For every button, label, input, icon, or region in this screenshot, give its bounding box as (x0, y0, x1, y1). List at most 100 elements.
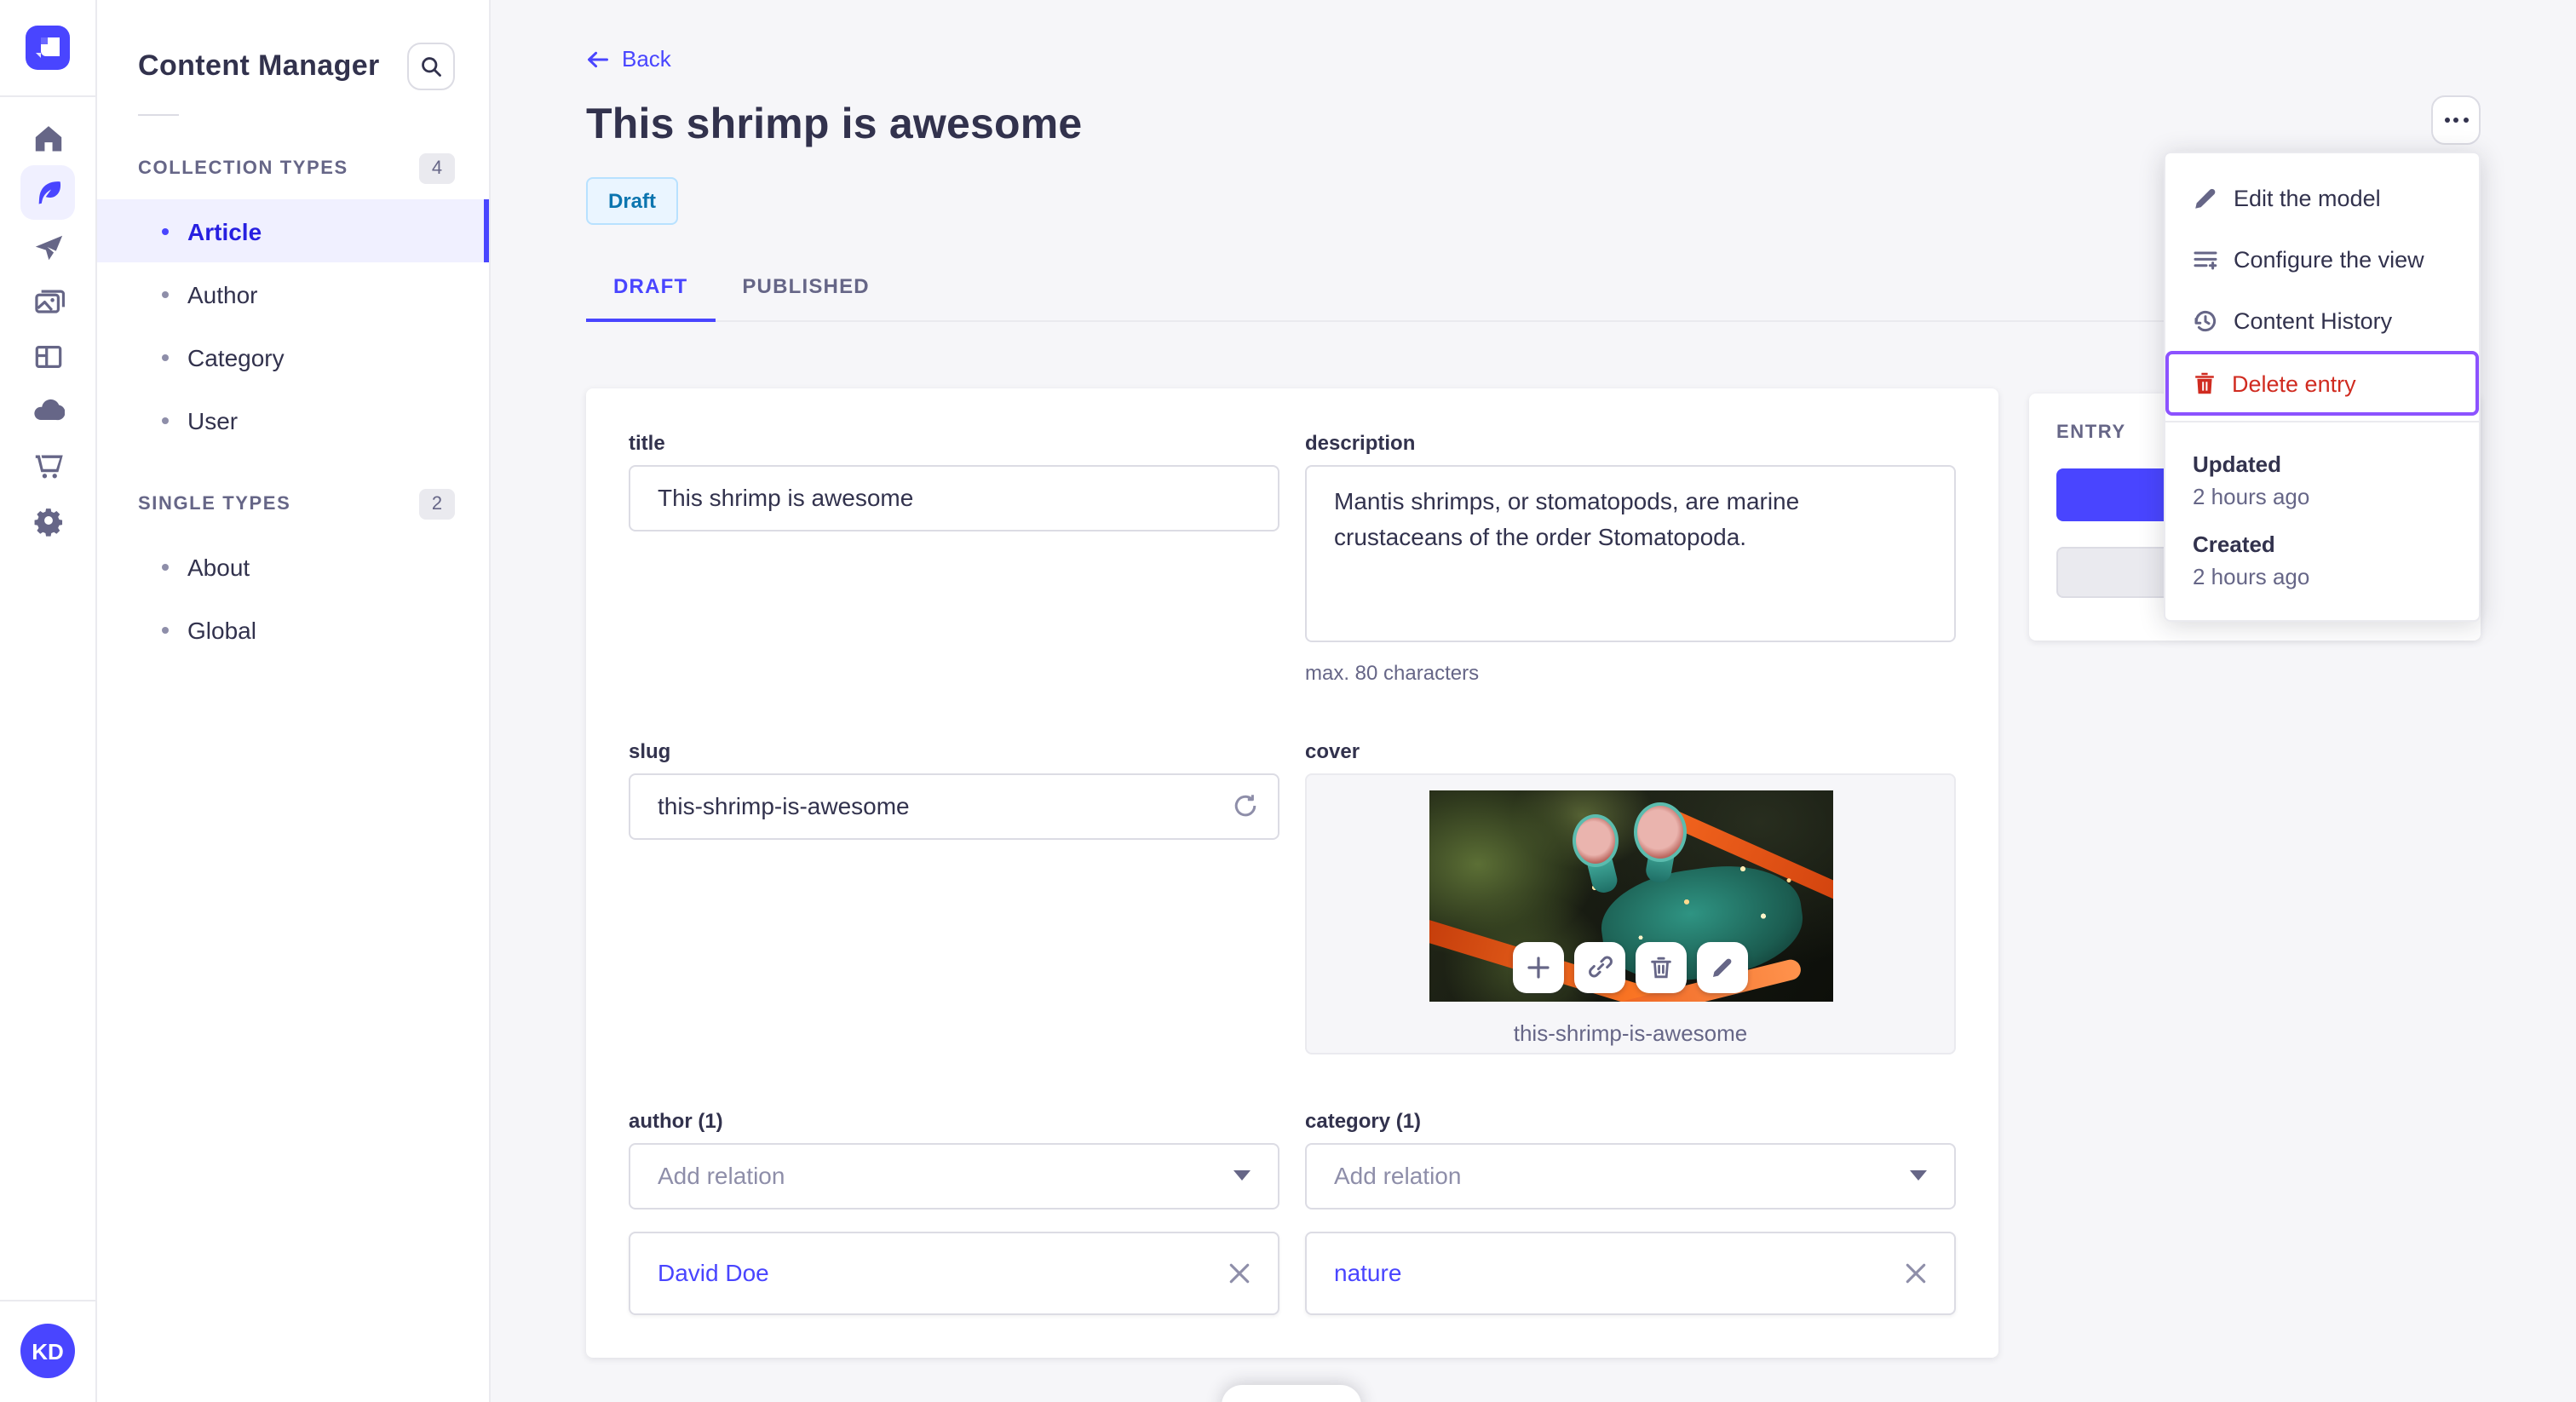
paper-plane-icon[interactable] (20, 220, 75, 274)
back-label: Back (622, 46, 671, 72)
sidebar-item-label: Article (187, 217, 262, 244)
plus-icon (1527, 956, 1550, 978)
section-collection-types: COLLECTION TYPES 4 (97, 153, 489, 184)
sidebar-item-global[interactable]: Global (97, 598, 489, 661)
ellipsis-dot (2463, 118, 2468, 123)
close-icon (1906, 1262, 1926, 1283)
field-author: author (1) Add relation David Doe (629, 1108, 1279, 1314)
rail-divider (0, 95, 96, 97)
sidebar-item-label: Author (187, 280, 258, 307)
section-label: SINGLE TYPES (138, 494, 291, 514)
field-label-category: category (1) (1305, 1108, 1422, 1132)
bullet-dot (162, 626, 169, 633)
tab-draft[interactable]: DRAFT (586, 263, 715, 321)
close-icon (1229, 1262, 1250, 1283)
field-label-description: description (1305, 430, 1416, 454)
field-description: description Mantis shrimps, or stomatopo… (1305, 430, 1956, 684)
shrimp-eye (1633, 802, 1686, 861)
field-label-author: author (1) (629, 1108, 723, 1132)
field-label-slug: slug (629, 738, 671, 762)
menu-item-edit-model[interactable]: Edit the model (2165, 167, 2479, 228)
cover-actions (1513, 941, 1748, 992)
category-relation-item: nature (1305, 1231, 1956, 1314)
cart-icon[interactable] (20, 438, 75, 492)
edit-media-button[interactable] (1697, 941, 1748, 992)
rail-icons (20, 111, 75, 547)
gear-icon[interactable] (20, 492, 75, 547)
copy-link-button[interactable] (1574, 941, 1625, 992)
nav-rail: KD (0, 0, 97, 1402)
sidebar-item-about[interactable]: About (97, 535, 489, 598)
tab-published[interactable]: PUBLISHED (715, 263, 897, 319)
strapi-logo[interactable] (26, 26, 70, 70)
search-button[interactable] (407, 43, 455, 90)
meta-value: 2 hours ago (2193, 564, 2310, 589)
regenerate-slug-button[interactable] (1232, 791, 1259, 827)
single-types-list: About Global (97, 535, 489, 661)
field-category: category (1) Add relation nature (1305, 1108, 1956, 1314)
add-media-button[interactable] (1513, 941, 1564, 992)
history-icon (2193, 307, 2218, 333)
shrimp-eye (1572, 813, 1618, 866)
configure-list-icon (2193, 246, 2218, 272)
feather-icon[interactable] (20, 165, 75, 220)
bullet-dot (162, 563, 169, 570)
delete-media-button[interactable] (1636, 941, 1687, 992)
rail-bottom-divider (0, 1300, 96, 1301)
cloud-icon[interactable] (20, 383, 75, 438)
section-count-badge: 4 (419, 153, 455, 184)
layout-icon[interactable] (20, 329, 75, 383)
field-title: title (629, 430, 1279, 684)
sidebar-item-category[interactable]: Category (97, 325, 489, 388)
meta-value: 2 hours ago (2193, 484, 2310, 509)
section-single-types: SINGLE TYPES 2 (97, 489, 489, 520)
meta-label: Created (2193, 531, 2275, 557)
sidebar-item-author[interactable]: Author (97, 262, 489, 325)
strapi-logo-mark (36, 37, 60, 58)
menu-item-label: Delete entry (2232, 371, 2356, 396)
bullet-dot (162, 417, 169, 423)
author-add-relation-select[interactable]: Add relation (629, 1142, 1279, 1209)
back-arrow-icon (588, 50, 608, 67)
sidebar-item-user[interactable]: User (97, 388, 489, 451)
user-avatar[interactable]: KD (20, 1324, 75, 1378)
bullet-dot (162, 353, 169, 360)
sidebar-rule (138, 114, 179, 116)
media-library-icon[interactable] (20, 274, 75, 329)
bottom-floating-pill[interactable] (1222, 1385, 1361, 1402)
field-cover: cover this-shrimp-is-awesome (1305, 738, 1956, 1054)
slug-input[interactable] (629, 773, 1279, 839)
bullet-dot (162, 290, 169, 297)
menu-item-label: Content History (2234, 307, 2393, 333)
menu-item-configure-view[interactable]: Configure the view (2165, 228, 2479, 290)
sidebar-item-label: About (187, 553, 250, 580)
entry-form-card: title description Mantis shrimps, or sto… (586, 388, 1998, 1357)
description-textarea[interactable]: Mantis shrimps, or stomatopods, are mari… (1305, 464, 1956, 641)
trash-icon (2193, 371, 2217, 395)
category-add-relation-select[interactable]: Add relation (1305, 1142, 1956, 1209)
select-placeholder: Add relation (658, 1162, 785, 1189)
trash-icon (1651, 956, 1671, 978)
ellipsis-dot (2444, 118, 2449, 123)
relation-link[interactable]: David Doe (658, 1259, 769, 1286)
status-badge: Draft (586, 176, 679, 224)
back-link[interactable]: Back (586, 46, 671, 72)
meta-updated: Updated 2 hours ago (2193, 451, 2452, 509)
pencil-icon (1713, 957, 1732, 976)
relation-link[interactable]: nature (1334, 1259, 1401, 1286)
remove-relation-button[interactable] (1905, 1261, 1927, 1284)
title-input[interactable] (629, 464, 1279, 531)
sidebar-item-article[interactable]: Article (97, 199, 489, 262)
more-options-button[interactable] (2431, 95, 2481, 145)
collection-types-list: Article Author Category User (97, 199, 489, 451)
slug-input-wrap (629, 773, 1279, 839)
pencil-icon (2193, 185, 2218, 210)
menu-item-content-history[interactable]: Content History (2165, 290, 2479, 351)
select-placeholder: Add relation (1334, 1162, 1462, 1189)
search-icon (422, 57, 441, 77)
sidebar-header: Content Manager (97, 0, 489, 90)
menu-item-delete-entry[interactable]: Delete entry (2165, 351, 2479, 416)
meta-label: Updated (2193, 451, 2281, 477)
home-icon[interactable] (20, 111, 75, 165)
remove-relation-button[interactable] (1228, 1261, 1251, 1284)
